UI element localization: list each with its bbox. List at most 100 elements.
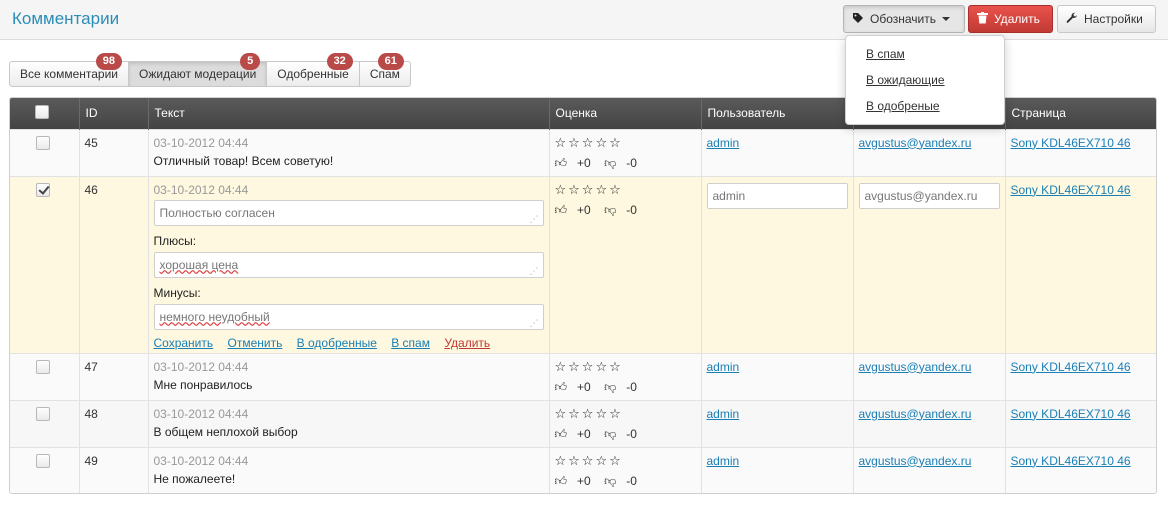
select-all-checkbox[interactable] xyxy=(35,104,49,119)
email-link[interactable]: avgustus@yandex.ru xyxy=(859,454,972,468)
column-header-rating[interactable]: Оценка xyxy=(549,98,702,129)
menu-item-to-spam[interactable]: В спам xyxy=(846,44,1004,70)
resize-grip-icon[interactable]: ⋰ xyxy=(530,318,539,328)
comment-id: 45 xyxy=(79,128,149,176)
thumbs-down-icon[interactable]: 👎︎ xyxy=(604,474,616,488)
menu-item-to-approved[interactable]: В одобреные xyxy=(846,96,1004,122)
rating-stars[interactable]: ☆☆☆☆☆ xyxy=(555,359,696,374)
tab-all-comments[interactable]: Все комментарии 98 xyxy=(9,53,129,87)
cancel-link[interactable]: Отменить xyxy=(227,336,282,350)
rating-stars[interactable]: ☆☆☆☆☆ xyxy=(555,182,696,197)
comment-date: 03-10-2012 04:44 xyxy=(153,359,249,374)
tab-spam[interactable]: Спам 61 xyxy=(358,53,411,87)
rating-stars[interactable]: ☆☆☆☆☆ xyxy=(555,453,696,468)
comments-table-container: ID Текст Оценка Пользователь Страница 45… xyxy=(9,97,1157,494)
comment-text-field[interactable]: Полностью согласен ⋰ xyxy=(153,199,544,226)
tab-pending-moderation[interactable]: Ожидают модерации 5 xyxy=(128,53,268,87)
page-link[interactable]: Sony KDL46EX710 46 xyxy=(1011,136,1131,150)
email-link[interactable]: avgustus@yandex.ru xyxy=(859,407,972,421)
cons-field[interactable]: немного неудобный ⋰ xyxy=(153,303,544,330)
comment-text: Не пожалеете! xyxy=(153,471,236,486)
votes-down: -0 xyxy=(626,426,637,441)
cons-value: немного неудобный xyxy=(159,309,270,324)
user-link[interactable]: admin xyxy=(707,407,740,421)
thumbs-up-icon[interactable]: 👍︎ xyxy=(555,203,568,217)
mark-dropdown-button[interactable]: Обозначить xyxy=(843,5,965,33)
comment-date: 03-10-2012 04:44 xyxy=(153,406,249,421)
votes-down: -0 xyxy=(626,473,637,488)
page-link[interactable]: Sony KDL46EX710 46 xyxy=(1011,407,1131,421)
tab-approved[interactable]: Одобренные 32 xyxy=(266,53,360,87)
votes-up: +0 xyxy=(577,426,591,441)
caret-down-icon xyxy=(942,17,950,21)
votes-up: +0 xyxy=(577,155,591,170)
spam-link[interactable]: В спам xyxy=(391,336,430,350)
settings-button[interactable]: Настройки xyxy=(1057,5,1156,33)
page-link[interactable]: Sony KDL46EX710 46 xyxy=(1011,183,1131,197)
email-field[interactable]: avgustus@yandex.ru xyxy=(858,182,1000,209)
column-header-id[interactable]: ID xyxy=(79,98,149,129)
user-link[interactable]: admin xyxy=(707,454,740,468)
comment-date: 03-10-2012 04:44 xyxy=(153,182,249,197)
mark-label: Обозначить xyxy=(870,12,936,26)
edit-actions: Сохранить Отменить В одобренные В спам У… xyxy=(154,336,544,350)
table-row: 48 03-10-2012 04:44 В общем неплохой выб… xyxy=(10,399,1156,447)
delete-button[interactable]: Удалить xyxy=(968,5,1053,33)
thumbs-up-icon[interactable]: 👍︎ xyxy=(555,474,568,488)
user-link[interactable]: admin xyxy=(707,136,740,150)
comments-table: ID Текст Оценка Пользователь Страница 45… xyxy=(10,98,1156,493)
thumbs-down-icon[interactable]: 👎︎ xyxy=(604,203,616,217)
user-link[interactable]: admin xyxy=(707,360,740,374)
table-row: 49 03-10-2012 04:44 Не пожалеете! ☆☆☆☆☆ … xyxy=(10,446,1156,493)
column-header-text[interactable]: Текст xyxy=(148,98,550,129)
wrench-icon xyxy=(1066,12,1078,27)
delete-label: Удалить xyxy=(994,12,1040,26)
comment-text-value: Полностью согласен xyxy=(159,205,275,220)
tab-label: Ожидают модерации xyxy=(139,67,257,81)
count-badge: 61 xyxy=(377,53,404,70)
comment-date: 03-10-2012 04:44 xyxy=(153,135,249,150)
email-link[interactable]: avgustus@yandex.ru xyxy=(859,136,972,150)
row-checkbox[interactable] xyxy=(36,182,50,197)
count-badge: 32 xyxy=(326,53,353,70)
column-header-page[interactable]: Страница xyxy=(1005,98,1156,129)
votes-down: -0 xyxy=(626,155,637,170)
votes-up: +0 xyxy=(577,379,591,394)
count-badge: 5 xyxy=(240,53,261,70)
thumbs-up-icon[interactable]: 👍︎ xyxy=(555,380,568,394)
page-link[interactable]: Sony KDL46EX710 46 xyxy=(1011,360,1131,374)
thumbs-down-icon[interactable]: 👎︎ xyxy=(604,156,616,170)
row-checkbox[interactable] xyxy=(36,135,50,150)
email-link[interactable]: avgustus@yandex.ru xyxy=(859,360,972,374)
count-badge: 98 xyxy=(95,53,122,70)
row-checkbox[interactable] xyxy=(36,453,50,468)
row-checkbox[interactable] xyxy=(36,406,50,421)
thumbs-up-icon[interactable]: 👍︎ xyxy=(555,156,568,170)
user-field[interactable]: admin xyxy=(706,182,848,209)
rating-stars[interactable]: ☆☆☆☆☆ xyxy=(555,406,696,421)
column-header-user[interactable]: Пользователь xyxy=(701,98,854,129)
table-row: 47 03-10-2012 04:44 Мне понравилось ☆☆☆☆… xyxy=(10,352,1156,400)
mark-dropdown-menu: В спам В ожидающие В одобреные xyxy=(845,35,1005,125)
menu-item-to-pending[interactable]: В ожидающие xyxy=(846,70,1004,96)
resize-grip-icon[interactable]: ⋰ xyxy=(530,266,539,276)
save-link[interactable]: Сохранить xyxy=(154,336,214,350)
comment-date: 03-10-2012 04:44 xyxy=(153,453,249,468)
delete-link[interactable]: Удалить xyxy=(444,336,490,350)
pros-label: Плюсы: xyxy=(153,233,197,248)
page-link[interactable]: Sony KDL46EX710 46 xyxy=(1011,454,1131,468)
resize-grip-icon[interactable]: ⋰ xyxy=(530,214,539,224)
table-row: 45 03-10-2012 04:44 Отличный товар! Всем… xyxy=(10,128,1156,176)
thumbs-down-icon[interactable]: 👎︎ xyxy=(604,427,616,441)
rating-stars[interactable]: ☆☆☆☆☆ xyxy=(555,135,696,150)
thumbs-down-icon[interactable]: 👎︎ xyxy=(604,380,616,394)
votes-down: -0 xyxy=(626,379,637,394)
pros-field[interactable]: хорошая цена ⋰ xyxy=(153,251,544,278)
cons-label: Минусы: xyxy=(153,285,201,300)
votes-up: +0 xyxy=(577,202,591,217)
approve-link[interactable]: В одобренные xyxy=(297,336,377,350)
comment-id: 48 xyxy=(79,399,149,447)
settings-label: Настройки xyxy=(1084,12,1143,26)
thumbs-up-icon[interactable]: 👍︎ xyxy=(555,427,568,441)
row-checkbox[interactable] xyxy=(36,359,50,374)
